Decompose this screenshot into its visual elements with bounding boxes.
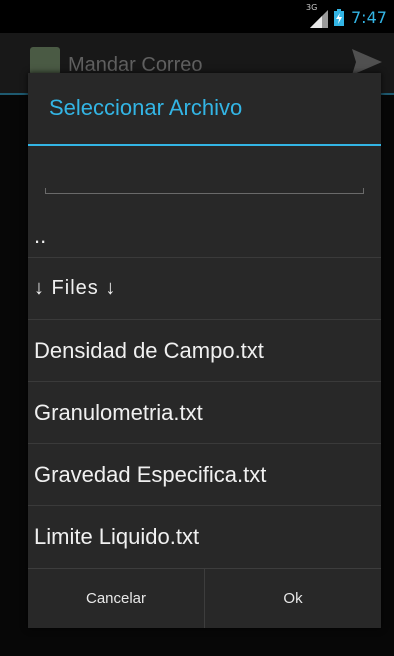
list-item-file[interactable]: Gravedad Especifica.txt: [28, 443, 381, 505]
file-list: .. ↓ Files ↓ Densidad de Campo.txt Granu…: [28, 223, 381, 567]
list-item-label: Densidad de Campo.txt: [34, 337, 264, 363]
list-item-files-header[interactable]: ↓ Files ↓: [28, 257, 381, 319]
list-item-label: ↓ Files ↓: [34, 277, 117, 299]
list-item-label: Limite Liquido.txt: [34, 523, 200, 549]
ok-button[interactable]: Ok: [205, 569, 381, 628]
list-item-file[interactable]: Granulometria.txt: [28, 381, 381, 443]
signal-icon: [310, 10, 328, 28]
file-select-dialog: Seleccionar Archivo .. ↓ Files ↓ Densida…: [28, 73, 381, 628]
dialog-button-bar: Cancelar Ok: [28, 568, 381, 628]
list-item-label: Granulometria.txt: [34, 399, 203, 425]
cancel-button[interactable]: Cancelar: [28, 569, 204, 628]
filter-underline: [45, 188, 364, 194]
battery-charging-icon: [334, 9, 344, 26]
list-item-label: ..: [34, 223, 47, 248]
list-item-parent-dir[interactable]: ..: [28, 223, 381, 257]
send-icon: [352, 49, 382, 75]
dialog-title: Seleccionar Archivo: [49, 95, 243, 120]
filter-area: [28, 146, 381, 223]
list-item-file[interactable]: Densidad de Campo.txt: [28, 319, 381, 381]
app-icon: [30, 47, 60, 75]
screen: 3G 7:47 Mandar Correo Seleccionar Archiv…: [0, 0, 394, 656]
list-item-file[interactable]: Limite Liquido.txt: [28, 505, 381, 567]
status-bar: 3G 7:47: [0, 0, 394, 33]
filter-input[interactable]: [45, 174, 364, 200]
list-item-label: Gravedad Especifica.txt: [34, 461, 267, 487]
clock: 7:47: [351, 8, 387, 27]
